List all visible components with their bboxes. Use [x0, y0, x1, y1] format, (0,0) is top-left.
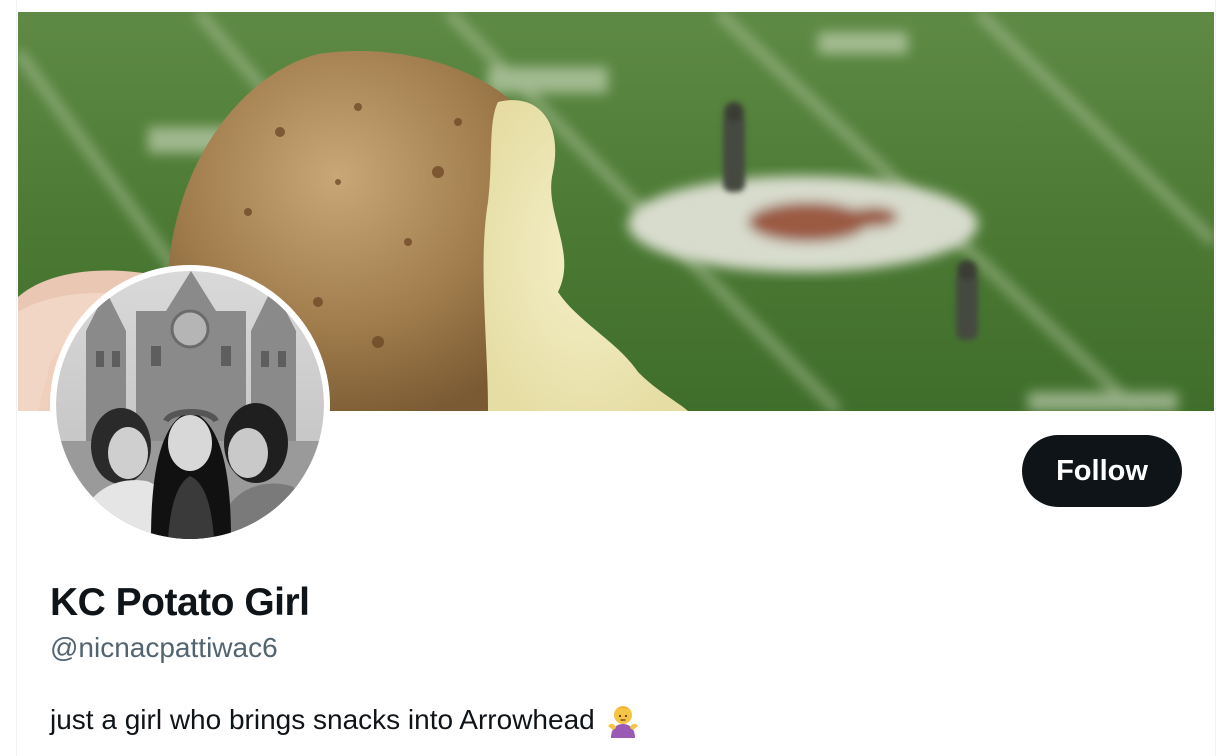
- person-shrugging-emoji-icon: [605, 702, 641, 738]
- profile-avatar[interactable]: [50, 265, 330, 545]
- profile-card: Follow KC Potato Girl @nicnacpattiwac6 j…: [16, 0, 1216, 756]
- bio-text: just a girl who brings snacks into Arrow…: [50, 704, 595, 735]
- profile-bio: just a girl who brings snacks into Arrow…: [50, 700, 641, 740]
- display-name: KC Potato Girl: [50, 581, 310, 624]
- follow-button[interactable]: Follow: [1022, 435, 1182, 507]
- profile-handle: @nicnacpattiwac6: [50, 632, 278, 663]
- avatar-photo-icon: [56, 271, 324, 539]
